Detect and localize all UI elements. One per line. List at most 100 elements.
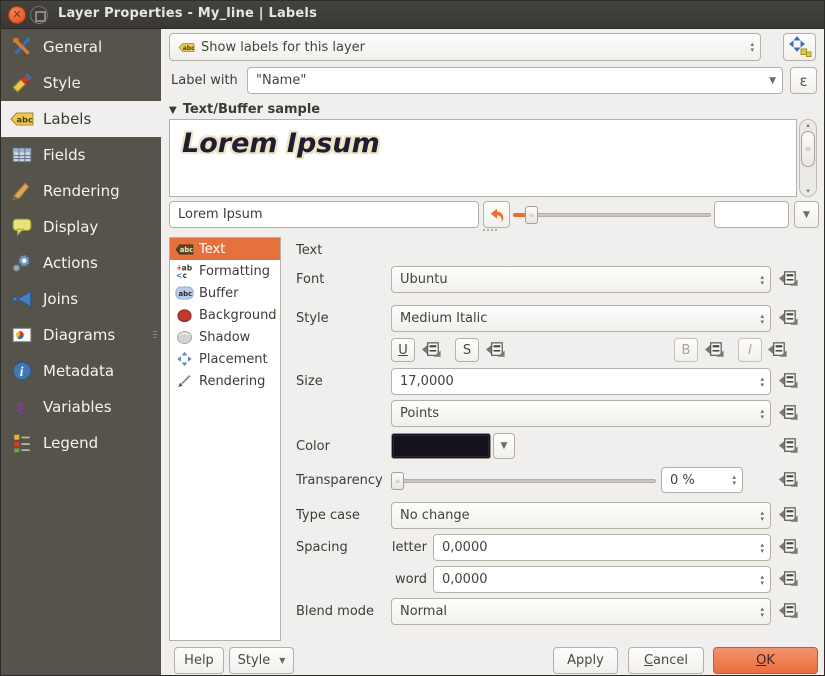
sidebar-item-display[interactable]: Display [1,209,161,245]
font-select[interactable]: Ubuntu ▴▾ [391,266,771,293]
sidebar-item-variables[interactable]: ε Variables [1,389,161,425]
sidebar-item-diagrams[interactable]: Diagrams [1,317,161,353]
sidebar-item-style[interactable]: Style [1,65,161,101]
sidebar-item-label: Actions [43,254,98,272]
slider-groove [391,479,656,483]
transparency-spinbox[interactable]: 0 % ▴▾ [661,467,743,493]
style-label: Style [296,311,329,326]
tab-label: Text [199,242,225,257]
scroll-down-icon[interactable]: ▾ [806,187,810,195]
sidebar-item-joins[interactable]: Joins [1,281,161,317]
style-value: Medium Italic [400,311,756,326]
sidebar-item-fields[interactable]: Fields [1,137,161,173]
background-tab-icon [173,308,195,323]
tab-shadow[interactable]: Shadow [170,326,280,348]
sample-text-input[interactable] [169,201,479,228]
cancel-button[interactable]: Cancel [628,647,704,674]
scrollbar-thumb[interactable]: ≡ [801,131,815,167]
data-defined-size-button[interactable] [777,370,801,394]
apply-button[interactable]: Apply [553,647,618,674]
slider-handle[interactable]: ≡ [525,206,538,224]
color-swatch-button[interactable] [391,433,491,459]
blend-mode-select[interactable]: Normal ▴▾ [391,598,771,625]
style-menu-button[interactable]: Style ▼ [229,647,294,674]
sidebar-item-rendering[interactable]: Rendering [1,173,161,209]
close-icon[interactable]: ✕ [8,6,26,24]
data-defined-transparency-button[interactable] [777,469,801,493]
sample-size-slider[interactable]: ≡ [513,201,711,228]
size-spinbox[interactable]: 17,0000 ▴▾ [391,368,771,395]
tab-buffer[interactable]: abc Buffer [170,282,280,304]
undo-icon [488,206,506,224]
data-defined-underline-button[interactable] [420,339,444,363]
labels-mode-select[interactable]: abc Show labels for this layer ▴▾ [169,33,761,61]
legend-list-icon [9,431,35,455]
spinner-icon: ▴▾ [760,542,764,554]
tab-text[interactable]: abc Text [170,238,280,260]
tab-background[interactable]: Background [170,304,280,326]
data-defined-style-button[interactable] [777,307,801,331]
preview-scrollbar[interactable]: ▴ ≡ ▾ [799,119,817,197]
data-defined-strikeout-button[interactable] [484,339,508,363]
sidebar-item-labels[interactable]: abc Labels [1,101,161,137]
data-defined-letter-spacing-button[interactable] [777,536,801,560]
engine-settings-button[interactable] [783,33,816,61]
expression-builder-button[interactable]: ε [790,67,817,94]
sidebar-item-actions[interactable]: Actions [1,245,161,281]
label-with-select[interactable]: "Name" ▼ [247,67,783,94]
titlebar[interactable]: ✕ Layer Properties - My_line | Labels [1,1,825,29]
sample-section-header[interactable]: ▼Text/Buffer sample [169,102,320,117]
slider-handle[interactable]: ≡ [391,472,404,490]
data-defined-word-spacing-button[interactable] [777,568,801,592]
sidebar-item-label: Labels [43,110,91,128]
sidebar-item-metadata[interactable]: i Metadata [1,353,161,389]
reset-sample-button[interactable] [483,201,510,228]
chevron-down-icon: ▼ [279,656,285,665]
data-defined-icon [777,536,800,559]
sidebar-item-label: Metadata [43,362,114,380]
style-select[interactable]: Medium Italic ▴▾ [391,305,771,332]
tab-placement[interactable]: Placement [170,348,280,370]
tab-formatting[interactable]: +ab<c Formatting [170,260,280,282]
word-spacing-label: word [391,572,427,587]
splitter-dots[interactable] [483,229,497,231]
sample-size-spinbox[interactable] [714,201,789,228]
help-button[interactable]: Help [174,647,224,674]
scroll-up-icon[interactable]: ▴ [806,121,810,129]
data-defined-color-button[interactable] [777,435,801,459]
color-dropdown-button[interactable]: ▼ [493,433,515,459]
pane-splitter-handle[interactable] [153,331,158,347]
data-defined-font-button[interactable] [777,268,801,292]
sidebar-item-label: Fields [43,146,85,164]
slider-groove [513,213,711,217]
label-with-label: Label with [171,73,238,88]
type-case-select[interactable]: No change ▴▾ [391,502,771,529]
help-button-label: Help [184,653,214,668]
cancel-button-label: Cancel [644,653,688,668]
spinner-icon: ▴▾ [760,408,764,420]
transparency-slider[interactable]: ≡ [391,467,656,494]
spinner-icon: ▴▾ [760,376,764,388]
data-defined-type-case-button[interactable] [777,504,801,528]
transparency-value: 0 % [670,473,728,488]
sidebar-item-general[interactable]: General [1,29,161,65]
strikeout-button[interactable]: S [455,338,479,362]
data-defined-bold-button[interactable] [703,339,727,363]
letter-spacing-spinbox[interactable]: 0,0000 ▴▾ [433,534,771,561]
size-unit-select[interactable]: Points ▴▾ [391,400,771,427]
ok-button[interactable]: OK [713,647,818,674]
underline-button[interactable]: U [391,338,415,362]
data-defined-icon [484,339,507,362]
data-defined-italic-button[interactable] [766,339,790,363]
italic-button[interactable]: I [738,338,762,362]
sample-options-dropdown[interactable]: ▼ [794,201,819,228]
data-defined-blend-mode-button[interactable] [777,600,801,624]
data-defined-size-unit-button[interactable] [777,402,801,426]
word-spacing-spinbox[interactable]: 0,0000 ▴▾ [433,566,771,593]
text-section-title: Text [296,243,322,258]
bold-button[interactable]: B [674,338,698,362]
tab-rendering[interactable]: Rendering [170,370,280,392]
spinner-icon: ▴▾ [760,510,764,522]
restore-icon[interactable] [30,6,48,24]
sidebar-item-legend[interactable]: Legend [1,425,161,461]
